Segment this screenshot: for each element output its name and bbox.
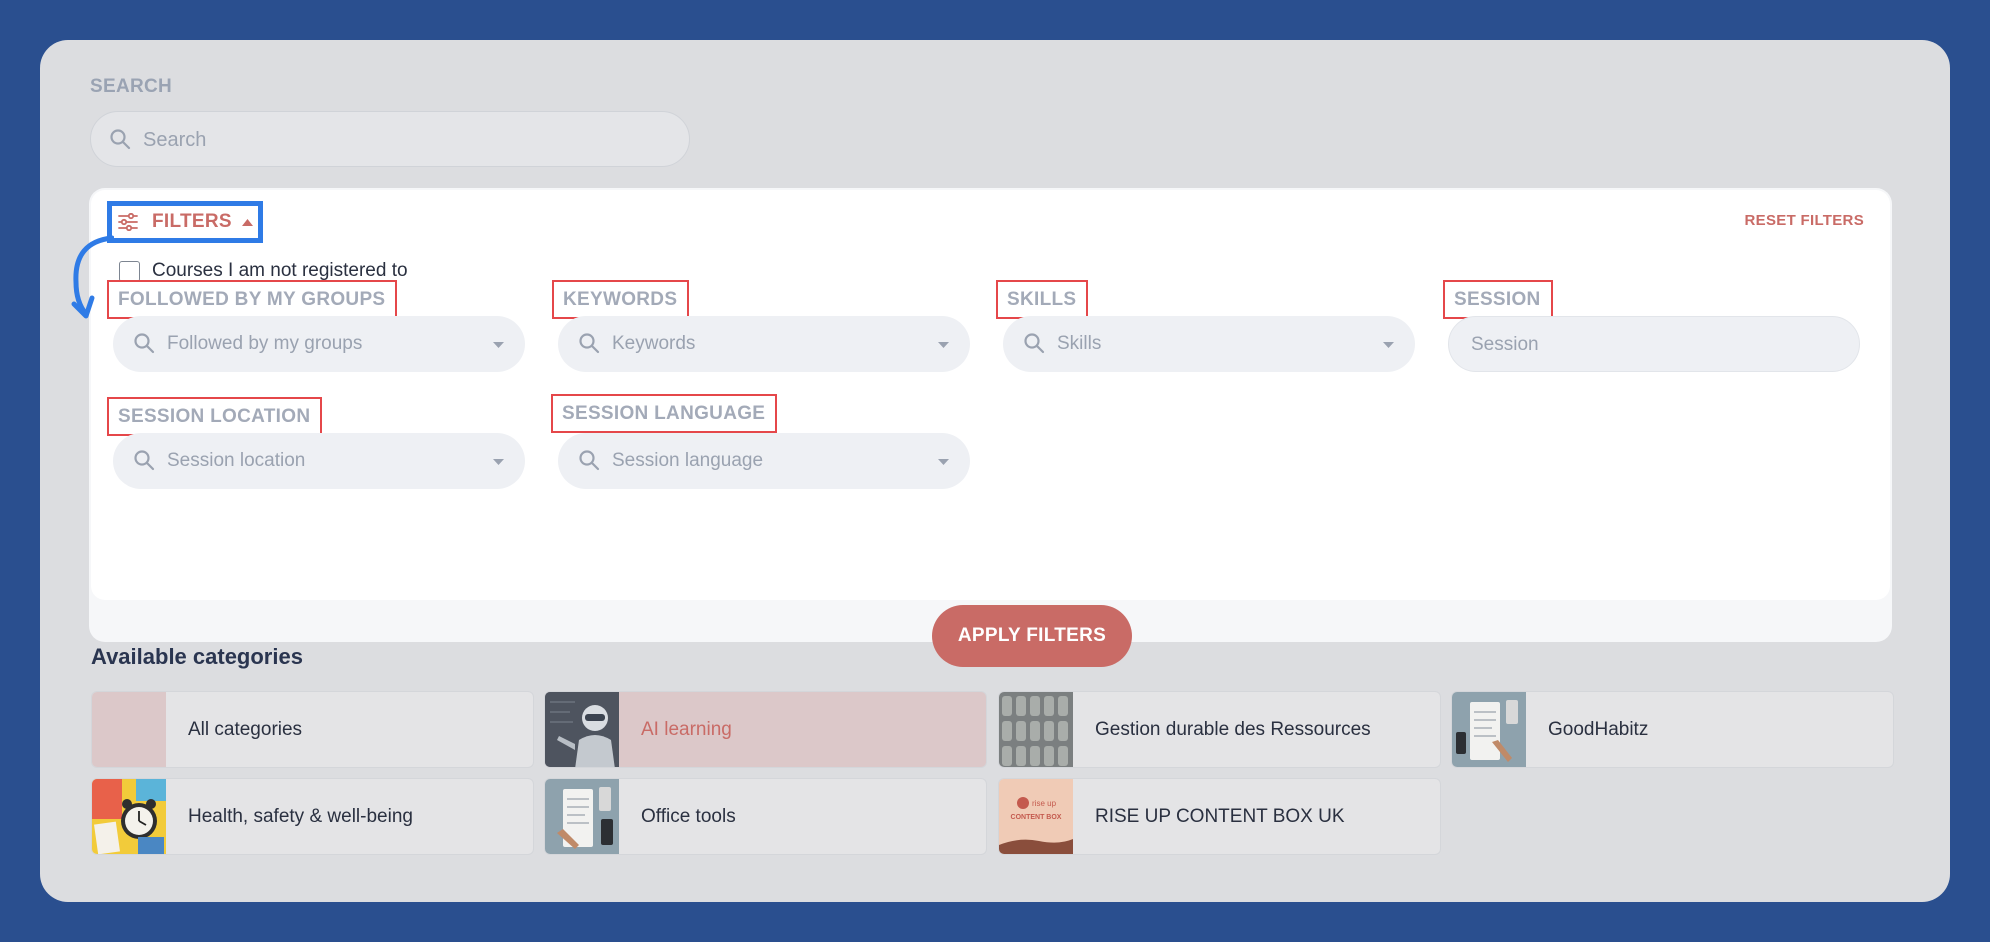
reset-filters-link[interactable]: RESET FILTERS: [1745, 212, 1864, 229]
search-icon: [1024, 333, 1045, 354]
category-gestion-durable[interactable]: Gestion durable des Ressources: [998, 691, 1441, 768]
search-icon: [579, 333, 600, 354]
caret-up-icon: [241, 218, 253, 226]
chevron-down-icon: [938, 342, 949, 348]
category-all[interactable]: All categories: [91, 691, 534, 768]
search-input[interactable]: [143, 112, 663, 168]
robot-thumbnail-icon: [545, 692, 619, 767]
search-icon: [134, 333, 155, 354]
skills-placeholder: Skills: [1057, 333, 1102, 354]
search-icon: [134, 450, 155, 471]
not-registered-checkbox-row[interactable]: Courses I am not registered to: [119, 260, 408, 282]
search-card: SEARCH FILTERS RESET FILTERS Courses I a…: [40, 40, 1950, 902]
filters-toggle-button[interactable]: FILTERS: [107, 201, 263, 243]
keywords-placeholder: Keywords: [612, 333, 696, 354]
followed-by-groups-select[interactable]: Followed by my groups: [113, 316, 525, 372]
filters-toggle-label: FILTERS: [152, 211, 232, 232]
sliders-icon: [118, 213, 138, 231]
annotation-arrow-icon: [71, 235, 114, 319]
category-office-tools[interactable]: Office tools: [544, 778, 987, 855]
session-language-placeholder: Session language: [612, 450, 764, 471]
apply-filters-button[interactable]: APPLY FILTERS: [932, 605, 1132, 667]
bottles-thumbnail-icon: [999, 692, 1073, 767]
skills-select[interactable]: Skills: [1003, 316, 1415, 372]
keywords-label: KEYWORDS: [552, 280, 690, 319]
session-language-select[interactable]: Session language: [558, 433, 970, 489]
not-registered-label: Courses I am not registered to: [152, 260, 408, 281]
category-label: GoodHabitz: [1548, 719, 1649, 740]
session-language-label: SESSION LANGUAGE: [551, 394, 778, 433]
category-label: Office tools: [641, 806, 736, 827]
session-location-label: SESSION LOCATION: [107, 397, 323, 436]
chevron-down-icon: [493, 459, 504, 465]
session-input[interactable]: Session: [1448, 316, 1860, 372]
category-thumb: [92, 692, 166, 767]
desk-thumbnail-icon: [545, 779, 619, 854]
search-label: SEARCH: [90, 76, 173, 97]
keywords-select[interactable]: Keywords: [558, 316, 970, 372]
followed-by-groups-label: FOLLOWED BY MY GROUPS: [107, 280, 398, 319]
chevron-down-icon: [938, 459, 949, 465]
categories-title: Available categories: [91, 644, 303, 669]
desk-thumbnail-icon: [1452, 692, 1526, 767]
category-label: Health, safety & well-being: [188, 806, 413, 827]
rise-up-logo-thumbnail-icon: rise up CONTENT BOX: [999, 779, 1073, 854]
session-location-placeholder: Session location: [167, 450, 306, 471]
search-icon: [579, 450, 600, 471]
filters-panel: FILTERS RESET FILTERS Courses I am not r…: [91, 190, 1890, 600]
followed-by-groups-placeholder: Followed by my groups: [167, 333, 363, 354]
session-placeholder: Session: [1471, 334, 1539, 355]
category-health-safety[interactable]: Health, safety & well-being: [91, 778, 534, 855]
category-ai-learning[interactable]: AI learning: [544, 691, 987, 768]
search-icon: [110, 129, 131, 150]
svg-text:rise up: rise up: [1032, 799, 1057, 808]
chevron-down-icon: [1383, 342, 1394, 348]
category-goodhabitz[interactable]: GoodHabitz: [1451, 691, 1894, 768]
session-location-select[interactable]: Session location: [113, 433, 525, 489]
category-rise-up-content-box[interactable]: rise up CONTENT BOX RISE UP CONTENT BOX …: [998, 778, 1441, 855]
category-label: Gestion durable des Ressources: [1095, 719, 1371, 740]
search-field[interactable]: [90, 111, 690, 168]
skills-label: SKILLS: [996, 280, 1089, 319]
svg-text:CONTENT BOX: CONTENT BOX: [1011, 814, 1062, 821]
not-registered-checkbox[interactable]: [119, 260, 140, 282]
category-label: RISE UP CONTENT BOX UK: [1095, 806, 1345, 827]
session-label: SESSION: [1443, 280, 1553, 319]
chevron-down-icon: [493, 342, 504, 348]
category-label: All categories: [188, 719, 303, 740]
category-label: AI learning: [641, 719, 732, 740]
clock-thumbnail-icon: [92, 779, 166, 854]
